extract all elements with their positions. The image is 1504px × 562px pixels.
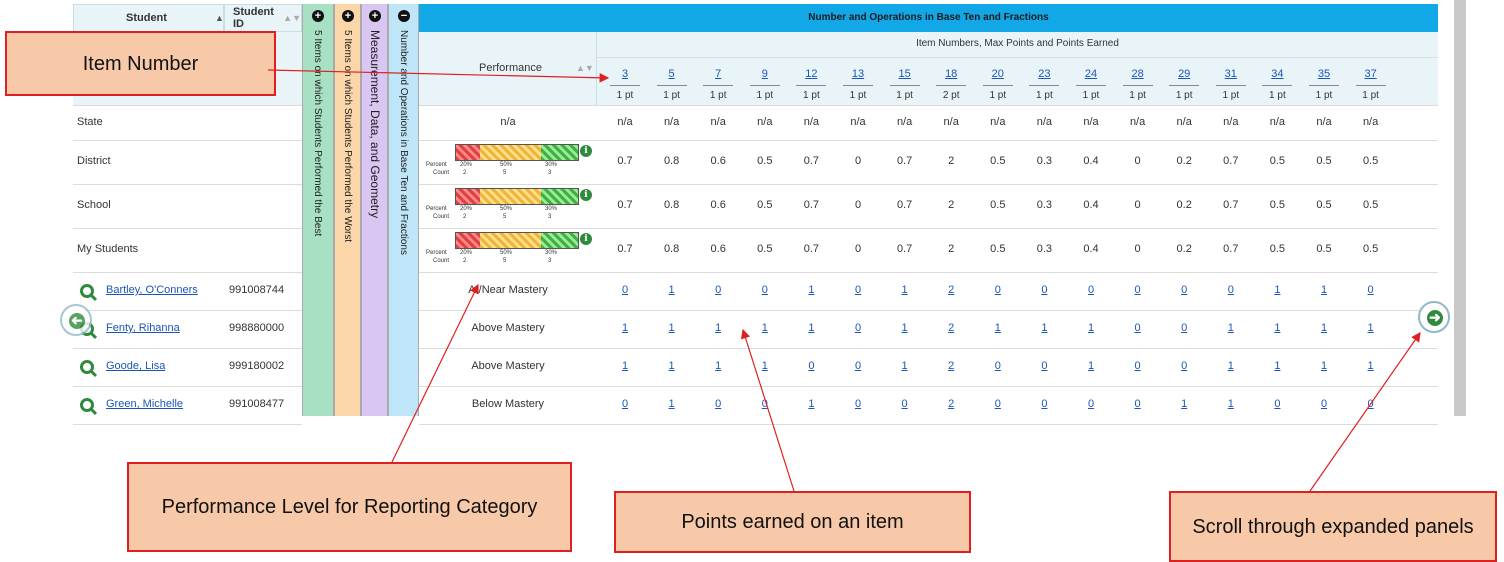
annotation-lines <box>267 69 1421 492</box>
arrow-scroll <box>1309 332 1421 492</box>
arrow-points <box>740 328 795 492</box>
arrow-performance <box>391 283 479 463</box>
arrow-item-number <box>267 69 610 83</box>
